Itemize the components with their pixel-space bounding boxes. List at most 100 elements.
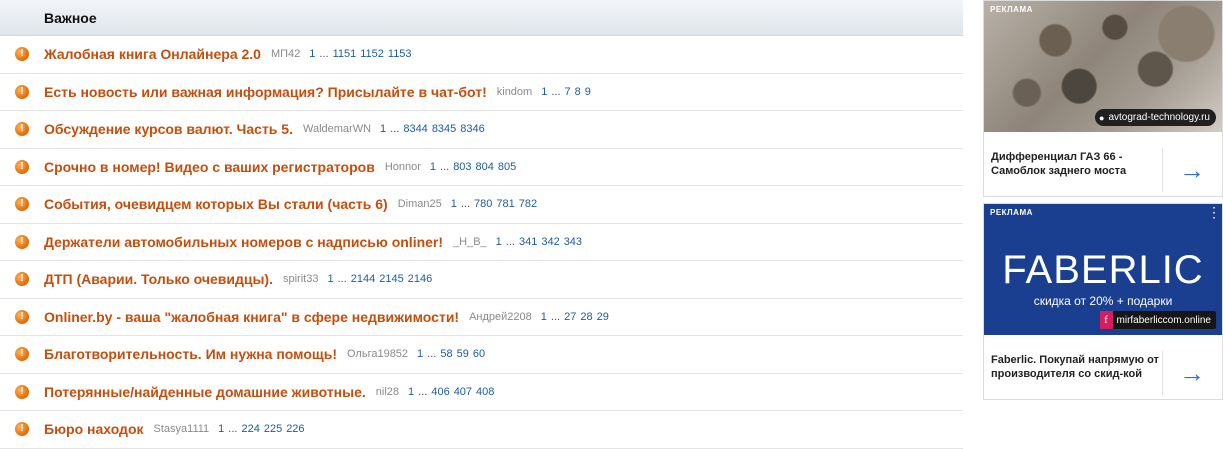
topic-author: Honnor [384,160,421,173]
topic-title-link[interactable]: Есть новость или важная информация? Прис… [44,84,487,100]
pagination-ellipsis: ... [319,48,329,61]
section-title: Важное [44,9,97,26]
arrow-right-icon[interactable]: → [1162,148,1221,192]
topic-title-link[interactable]: Бюро находок [44,421,144,437]
topic-title-link[interactable]: События, очевидцем которых Вы стали (час… [44,196,388,212]
page-link[interactable]: 8345 [432,123,456,135]
page-link[interactable]: 27 [564,311,576,323]
topic-row: ! ДТП (Аварии. Только очевидцы). spirit33 1… [0,261,963,299]
page-link[interactable]: 408 [476,386,494,398]
page-link[interactable]: 804 [476,161,494,173]
pagination-ellipsis: ... [505,235,515,248]
topic-author: МП42 [270,48,301,61]
important-marker-icon: ! [15,84,29,99]
pagination-ellipsis: ... [390,123,400,136]
topic-author: spirit33 [282,273,319,286]
topic-pagination: 1... 2144 2145 2146 [327,273,436,285]
page-link[interactable]: 1152 [360,48,384,60]
page-link[interactable]: 226 [286,423,304,435]
ad-image-differential[interactable]: РЕКЛАМА ● avtograd-technology.ru [984,1,1222,132]
topic-row: ! Бюро находок Stasya1111 1... 224 225 226 [0,411,963,449]
ad-footer[interactable]: Faberlic. Покупай напрямую от производит… [984,335,1222,399]
topic-title-link[interactable]: Потерянные/найденные домашние животные. [44,384,366,400]
page-link[interactable]: 780 [474,198,492,210]
page-link[interactable]: 2146 [408,273,432,285]
topic-title-link[interactable]: Обсуждение курсов валют. Часть 5. [44,121,293,137]
page-link[interactable]: 2144 [351,273,375,285]
ad-domain-text: mirfaberliccom.online [1116,314,1211,326]
page-link[interactable]: 1 [541,86,547,98]
page-link[interactable]: 8344 [403,123,427,135]
page-link[interactable]: 8 [575,86,581,98]
ad-description[interactable]: Дифференциал ГАЗ 66 - Самоблок заднего м… [984,150,1161,178]
important-marker-icon: ! [15,422,29,436]
topic-title-link[interactable]: Благотворительность. Им нужна помощь! [44,346,337,362]
page-link[interactable]: 225 [264,423,282,435]
topic-title-link[interactable]: Держатели автомобильных номеров с надпис… [44,234,443,250]
page-link[interactable]: 1 [408,386,414,398]
ad-description[interactable]: Faberlic. Покупай напрямую от производит… [984,353,1161,381]
page-link[interactable]: 8346 [460,123,484,135]
topic-title-link[interactable]: Срочно в номер! Видео с ваших регистрато… [44,159,375,175]
topic-author: Stasya1111 [153,423,210,436]
topic-title-link[interactable]: ДТП (Аварии. Только очевидцы). [44,271,273,287]
ad-footer[interactable]: Дифференциал ГАЗ 66 - Самоблок заднего м… [984,132,1222,196]
topic-pagination: 1... 8344 8345 8346 [380,123,489,135]
page-link[interactable]: 7 [565,86,571,98]
page-link[interactable]: 1 [451,198,457,210]
page-link[interactable]: 224 [241,423,259,435]
page-link[interactable]: 2145 [379,273,403,285]
more-options-icon[interactable]: ⋮ [1207,205,1221,219]
page-link[interactable]: 58 [440,348,452,360]
ad-banner-avtograd[interactable]: РЕКЛАМА ● avtograd-technology.ru Диффере… [983,0,1223,197]
topic-pagination: 1... 27 28 29 [541,311,613,323]
page-link[interactable]: 803 [453,161,471,173]
page-link[interactable]: 343 [564,236,582,248]
page-link[interactable]: 1 [541,311,547,323]
topic-title-link[interactable]: Жалобная книга Онлайнера 2.0 [44,46,261,62]
ad-domain-text: avtograd-technology.ru [1108,112,1210,123]
ad-banner-faberlic[interactable]: РЕКЛАМА ⋮ FABERLIC скидка от 20% + подар… [983,203,1223,400]
page-link[interactable]: 342 [541,236,559,248]
page-link[interactable]: 406 [431,386,449,398]
page-link[interactable]: 1 [327,273,333,285]
topic-author: _Н_В_ [453,235,487,248]
important-marker-icon: ! [15,234,29,249]
page-link[interactable]: 1 [430,161,436,173]
page-link[interactable]: 781 [496,198,514,210]
topic-row: ! Жалобная книга Онлайнера 2.0 МП42 1... 115… [0,36,963,74]
important-marker-icon: ! [15,384,29,399]
page-link[interactable]: 1153 [388,48,412,60]
page-link[interactable]: 1 [218,423,224,435]
page-link[interactable]: 60 [473,348,485,360]
page-link[interactable]: 1 [309,48,315,60]
page-link[interactable]: 1 [417,348,423,360]
page-link[interactable]: 29 [597,311,609,323]
page-link[interactable]: 782 [519,198,537,210]
page-link[interactable]: 1 [380,123,386,135]
page-link[interactable]: 28 [580,311,592,323]
page-link[interactable]: 59 [457,348,469,360]
page-link[interactable]: 1 [496,236,502,248]
pagination-ellipsis: ... [460,198,471,211]
arrow-right-icon[interactable]: → [1162,351,1221,395]
page-link[interactable]: 805 [498,161,516,173]
topic-pagination: 1... 341 342 343 [496,236,586,248]
page-link[interactable]: 407 [454,386,472,398]
pagination-ellipsis: ... [440,160,450,173]
page-link[interactable]: 341 [519,236,537,248]
important-marker-icon: ! [15,197,29,211]
ad-label: РЕКЛАМА [990,5,1033,14]
topic-author: nil28 [375,385,400,398]
page-link[interactable]: 1151 [333,48,357,60]
brand-offer-text: скидка от 20% + подарки [1033,294,1173,308]
ad-domain-badge[interactable]: f mirfaberliccom.online [1099,311,1216,329]
topic-pagination: 1... 58 59 60 [417,348,489,360]
page-link[interactable]: 9 [585,86,591,98]
brand-logo-text: FABERLIC [1002,248,1204,292]
ad-image-faberlic[interactable]: РЕКЛАМА ⋮ FABERLIC скидка от 20% + подар… [984,204,1222,335]
important-marker-icon: ! [15,159,29,174]
pagination-ellipsis: ... [418,385,428,398]
topic-title-link[interactable]: Onliner.by - ваша "жалобная книга" в сфе… [44,309,459,325]
ad-domain-badge[interactable]: ● avtograd-technology.ru [1095,109,1216,126]
